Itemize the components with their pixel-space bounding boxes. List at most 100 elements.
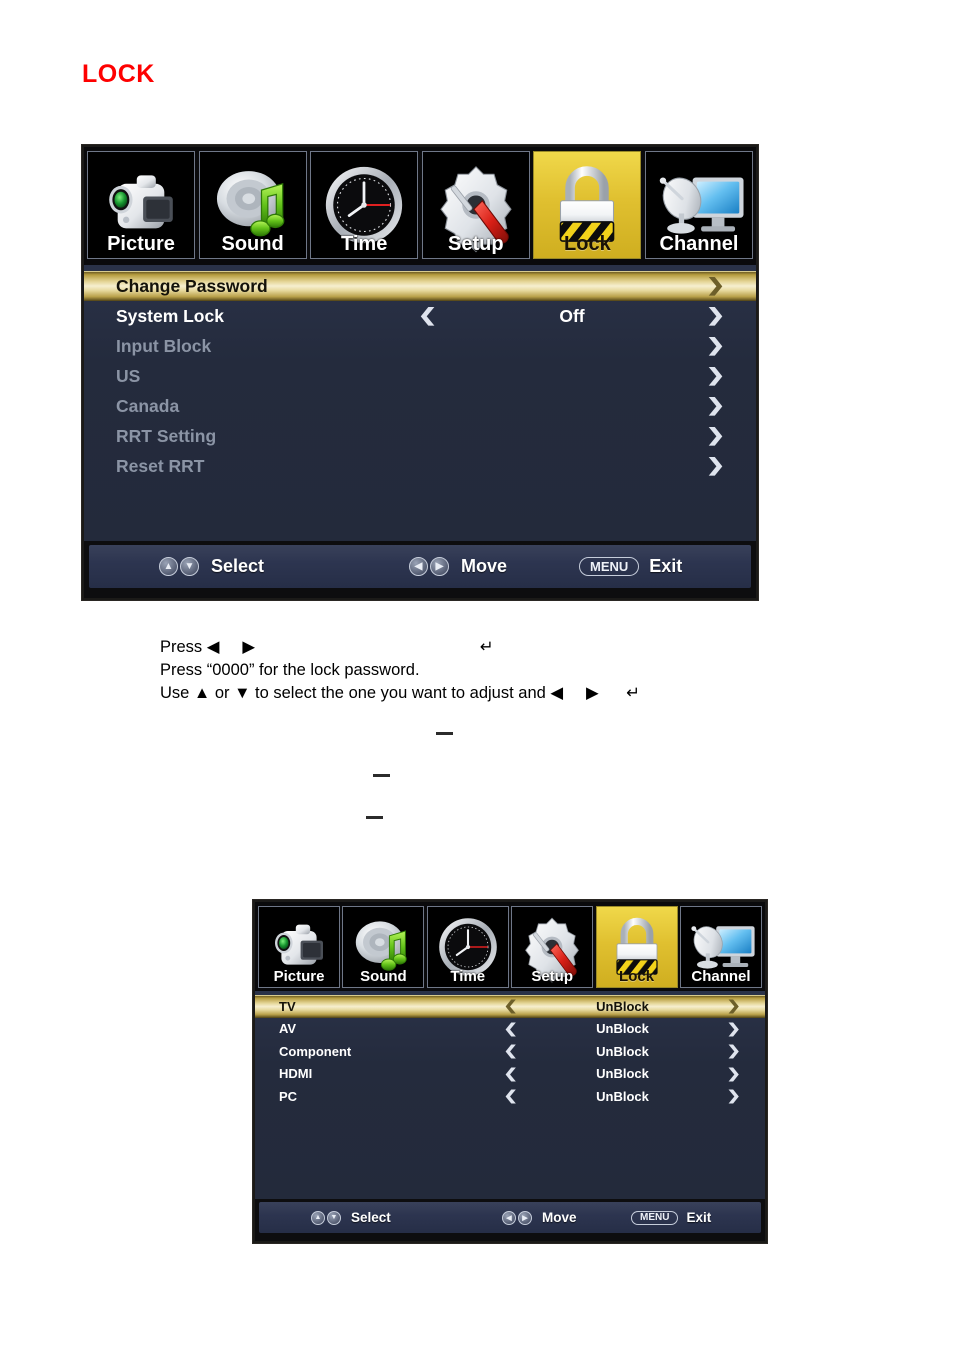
lock-menu-list: Change Password ❯ System Lock ❮ Off ❯ Input Bl… xyxy=(84,265,756,541)
menu-row-tv[interactable]: TV ❮ UnBlock ❯ xyxy=(255,995,765,1018)
menu-tab-setup[interactable]: Setup xyxy=(511,906,594,988)
right-arrow-slot: ❯ xyxy=(717,1087,751,1105)
right-arrow-icon[interactable]: ❯ xyxy=(727,1022,741,1036)
menu-tab-label: Lock xyxy=(619,968,655,985)
right-arrow-icon[interactable]: ❯ xyxy=(727,1089,741,1103)
instruction-line-3: Use ▲ or ▼ to select the one you want to… xyxy=(160,684,641,702)
input-block-menu-list: TV ❮ UnBlock ❯ AV ❮ UnBlock ❯ Component ❮ UnBlock ❯… xyxy=(255,991,765,1199)
right-arrow-slot: ❯ xyxy=(694,336,738,356)
menu-tab-setup[interactable]: Setup xyxy=(421,151,530,259)
menu-tab-lock[interactable]: Lock xyxy=(595,906,678,988)
right-arrow-icon[interactable]: ❯ xyxy=(707,306,726,324)
osd2-icon-bar: Picture Sound Time Setup Lock Channel xyxy=(255,902,765,991)
clock-icon xyxy=(428,907,508,976)
footer-move-group: ◀ ▶ Move xyxy=(502,1210,577,1225)
footer-exit-group: MENU Exit xyxy=(579,556,682,577)
menu-row-component[interactable]: Component ❮ UnBlock ❯ xyxy=(255,1040,765,1063)
bullet-dash-3 xyxy=(366,816,383,819)
menu-tab-picture[interactable]: Picture xyxy=(258,906,340,988)
move-hint-label: Move xyxy=(461,556,508,576)
right-arrow-icon[interactable]: ❯ xyxy=(707,336,726,354)
menu-row-rrt-setting[interactable]: RRT Setting ❯ xyxy=(84,421,756,451)
menu-tab-time[interactable]: Time xyxy=(310,151,419,259)
menu-row-value: Off xyxy=(559,305,585,326)
right-arrow-icon[interactable]: ❯ xyxy=(707,366,726,384)
footer-move-group: ◀ ▶ Move xyxy=(409,556,507,577)
menu-tab-label: Picture xyxy=(273,968,325,985)
select-up-button[interactable]: ▲ xyxy=(159,557,178,576)
menu-tab-picture[interactable]: Picture xyxy=(87,151,195,259)
osd1-icon-bar: Picture Sound Time Setup Lock Channel xyxy=(84,147,756,265)
move-right-button[interactable]: ▶ xyxy=(518,1210,532,1225)
move-left-button[interactable]: ◀ xyxy=(409,557,428,576)
left-arrow-slot: ❮ xyxy=(494,1065,528,1083)
right-arrow-icon[interactable]: ❯ xyxy=(707,396,726,414)
gear-screwdriver-icon xyxy=(512,907,592,983)
move-left-button[interactable]: ◀ xyxy=(502,1210,516,1225)
left-arrow-icon[interactable]: ❮ xyxy=(504,1067,518,1081)
menu-row-value: UnBlock xyxy=(596,1021,649,1037)
right-arrow-slot: ❯ xyxy=(717,997,751,1015)
lock-osd-panel: Picture Sound Time Setup Lock Channel Ch… xyxy=(82,145,758,600)
menu-row-change-password[interactable]: Change Password ❯ xyxy=(84,271,756,301)
right-arrow-icon[interactable]: ❯ xyxy=(707,276,726,294)
right-arrow-slot: ❯ xyxy=(694,276,738,296)
right-arrow-icon[interactable]: ❯ xyxy=(727,1044,741,1058)
menu-row-label: US xyxy=(116,365,141,386)
left-arrow-icon[interactable]: ❮ xyxy=(504,1044,518,1058)
right-arrow-icon[interactable]: ❯ xyxy=(707,426,726,444)
left-arrow-icon[interactable]: ❮ xyxy=(504,999,518,1013)
menu-row-input-block[interactable]: Input Block ❯ xyxy=(84,331,756,361)
menu-row-hdmi[interactable]: HDMI ❮ UnBlock ❯ xyxy=(255,1063,765,1086)
menu-tab-sound[interactable]: Sound xyxy=(198,151,307,259)
menu-row-value: UnBlock xyxy=(596,1043,649,1059)
menu-row-pc[interactable]: PC ❮ UnBlock ❯ xyxy=(255,1085,765,1108)
menu-row-value: UnBlock xyxy=(596,1066,649,1082)
bullet-dash-1 xyxy=(436,732,453,735)
left-arrow-slot: ❮ xyxy=(406,306,450,326)
right-arrow-slot: ❯ xyxy=(694,426,738,446)
right-arrow-slot: ❯ xyxy=(694,456,738,476)
left-arrow-icon[interactable]: ❮ xyxy=(419,306,438,324)
select-down-button[interactable]: ▼ xyxy=(327,1210,341,1225)
menu-row-label: System Lock xyxy=(116,305,224,326)
menu-tab-label: Time xyxy=(450,968,486,985)
menu-key-button[interactable]: MENU xyxy=(579,557,640,576)
clock-icon xyxy=(311,152,417,244)
move-right-button[interactable]: ▶ xyxy=(430,557,449,576)
right-arrow-icon[interactable]: ❯ xyxy=(707,456,726,474)
left-arrow-slot: ❮ xyxy=(494,1042,528,1060)
menu-row-av[interactable]: AV ❮ UnBlock ❯ xyxy=(255,1018,765,1041)
menu-tab-label: Channel xyxy=(659,233,739,255)
left-arrow-slot: ❮ xyxy=(494,997,528,1015)
menu-row-canada[interactable]: Canada ❯ xyxy=(84,391,756,421)
menu-tab-channel[interactable]: Channel xyxy=(679,906,762,988)
select-up-button[interactable]: ▲ xyxy=(311,1210,325,1225)
menu-key-button[interactable]: MENU xyxy=(631,1210,679,1225)
exit-hint-label: Exit xyxy=(649,556,683,576)
menu-row-reset-rrt[interactable]: Reset RRT ❯ xyxy=(84,451,756,481)
menu-tab-time[interactable]: Time xyxy=(426,906,509,988)
menu-tab-channel[interactable]: Channel xyxy=(644,151,753,259)
menu-tab-label: Time xyxy=(341,233,388,255)
menu-tab-label: Lock xyxy=(564,233,611,255)
menu-tab-lock[interactable]: Lock xyxy=(533,151,642,259)
right-arrow-icon[interactable]: ❯ xyxy=(727,999,741,1013)
footer-select-group: ▲ ▼ Select xyxy=(311,1210,391,1225)
exit-hint-label: Exit xyxy=(686,1210,712,1225)
menu-row-label: Component xyxy=(279,1043,352,1059)
left-arrow-icon[interactable]: ❮ xyxy=(504,1022,518,1036)
instruction-line-2: Press “0000” for the lock password. xyxy=(160,661,420,679)
menu-tab-sound[interactable]: Sound xyxy=(342,906,425,988)
right-arrow-slot: ❯ xyxy=(694,306,738,326)
input-block-osd-panel: Picture Sound Time Setup Lock Channel TV… xyxy=(253,900,767,1243)
right-arrow-icon[interactable]: ❯ xyxy=(727,1067,741,1081)
menu-tab-label: Sound xyxy=(221,233,284,255)
left-arrow-icon[interactable]: ❮ xyxy=(504,1089,518,1103)
menu-row-label: Canada xyxy=(116,395,180,416)
select-down-button[interactable]: ▼ xyxy=(180,557,199,576)
menu-row-label: Input Block xyxy=(116,335,212,356)
menu-row-us[interactable]: US ❯ xyxy=(84,361,756,391)
menu-row-label: AV xyxy=(279,1021,297,1037)
menu-row-system-lock[interactable]: System Lock ❮ Off ❯ xyxy=(84,301,756,331)
